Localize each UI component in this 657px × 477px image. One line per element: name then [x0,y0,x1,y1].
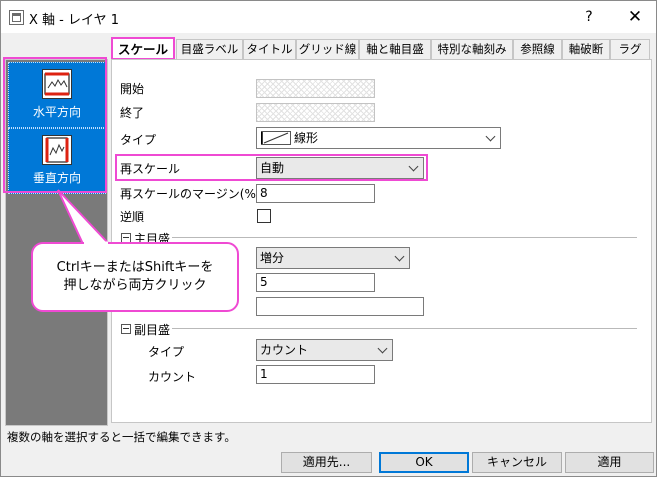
apply-button[interactable]: 適用 [565,452,654,473]
callout-line-1: CtrlキーまたはShiftキーを [56,260,214,275]
ok-button[interactable]: OK [379,452,469,473]
cancel-button[interactable]: キャンセル [472,452,562,473]
status-text: 複数の軸を選択すると一括で編集できます。 [7,430,236,444]
callout-text: CtrlキーまたはShiftキーを 押しながら両方クリック [31,259,239,295]
dialog-window: X 軸 - レイヤ 1 ? ✕ 水平方向 垂直方向 スケール 目盛ラベル タイト… [0,0,657,477]
callout-pointer-join [84,241,108,245]
apply-to-button[interactable]: 適用先... [281,452,372,473]
callout-line-2: 押しながら両方クリック [63,278,207,293]
